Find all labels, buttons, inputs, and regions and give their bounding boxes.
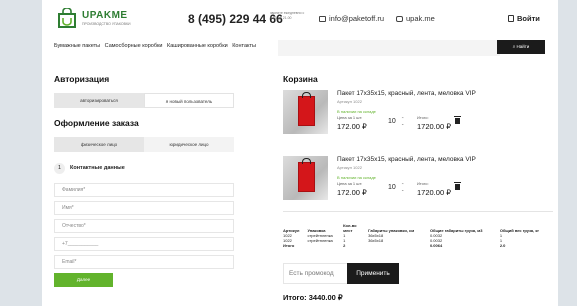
col-places: Кол-во мест [343,223,357,233]
apply-promo-button[interactable]: Применить [347,263,399,284]
option-individual[interactable]: физическое лицо [54,137,144,152]
col-pack-size: Габариты упаковки, см [368,228,415,233]
auth-option-login[interactable]: авторизироваться [54,93,144,108]
cell: Итого [283,243,295,248]
main-nav: Бумажные пакеты Самосборные коробки Каши… [42,38,558,56]
red-bag-image [298,158,315,192]
patronymic-field[interactable]: Отчество* [54,219,234,233]
login-label: Войти [517,14,540,23]
promo-code-input[interactable]: Есть промокод [283,263,353,284]
step-label: Контактные данные [70,165,125,171]
cell: 0.0064 [429,243,443,248]
login-button[interactable]: Войти [508,14,540,23]
auth-title: Авторизация [54,74,110,84]
nav-links: Бумажные пакеты Самосборные коробки Каши… [54,43,259,49]
cart-title: Корзина [283,74,318,84]
item-stock: В наличии на складе [337,109,376,114]
unit-price: 172.00 ₽ [337,188,367,197]
item-total-label: Итого: [417,181,429,186]
option-legal-entity[interactable]: юридическое лицо [144,137,234,152]
logo-bag-icon [58,8,76,28]
quantity-value[interactable]: 10 [388,184,396,191]
instagram-link[interactable]: upak.me [396,14,435,23]
quantity-value[interactable]: 10 [388,118,396,125]
cell: 2 [343,243,346,248]
field-spacer [54,246,234,251]
site-header: UPAKME ПРОИЗВОДСТВО УПАКОВКИ 8 (495) 229… [42,0,558,38]
quantity-stepper[interactable]: ⌃ ⌄ [401,182,404,192]
search-input[interactable] [278,40,500,56]
last-name-field[interactable]: Фамилия* [54,183,234,197]
item-sku: Артикул 1022 [337,99,362,104]
item-sku: Артикул 1022 [337,165,362,170]
email-link[interactable]: info@paketoff.ru [319,14,384,23]
step-contact-data: 1 Контактные данные [54,163,125,174]
customer-type-toggle: физическое лицо юридическое лицо [54,137,234,152]
instagram-icon [396,16,403,22]
grand-total: Итого: 3440.00 ₽ [283,293,343,302]
col-weight: Общий вес груза, кг [499,228,540,233]
next-button[interactable]: Далее [54,273,113,287]
logo-subtitle: ПРОИЗВОДСТВО УПАКОВКИ [82,22,131,26]
item-total: 1720.00 ₽ [417,188,451,197]
logo-name: UPAKME [82,10,128,21]
shipping-table: Артикул Упаковка Кол-во мест Габариты уп… [283,223,553,248]
login-icon [508,15,514,22]
nav-link-self-assembly-boxes[interactable]: Самосборные коробки [105,43,163,49]
product-image[interactable] [283,90,328,134]
page: UPAKME ПРОИЗВОДСТВО УПАКОВКИ 8 (495) 229… [42,0,558,306]
table-total-row: Итого 2 0.0064 2.0 [283,243,553,248]
unit-price: 172.00 ₽ [337,122,367,131]
cell [368,243,430,248]
red-bag-image [298,92,315,126]
item-title[interactable]: Пакет 17х35х15, красный, лента, меловка … [337,90,476,97]
first-name-field[interactable]: Имя* [54,201,234,215]
nav-link-laminated-boxes[interactable]: Кашированные коробки [167,43,228,49]
unit-price-label: Цена за 1 шт: [337,181,363,186]
search-button-label: Найти [516,44,530,49]
email-text: info@paketoff.ru [329,14,385,23]
col-packaging: Упаковка [307,228,326,233]
instagram-text: upak.me [406,14,435,23]
item-title[interactable]: Пакет 17х35х15, красный, лента, меловка … [337,156,476,163]
order-title: Оформление заказа [54,118,139,128]
col-sku: Артикул [283,228,300,233]
item-stock: В наличии на складе [337,175,376,180]
cart-item: Пакет 17х35х15, красный, лента, меловка … [283,90,533,138]
search-button[interactable]: ⌕ Найти [497,40,545,54]
cell [307,243,343,248]
cart-item: Пакет 17х35х15, красный, лента, меловка … [283,156,533,204]
auth-option-new-user[interactable]: я новый пользователь [144,93,234,108]
col-volume: Общие габариты груза, м3 [429,228,483,233]
trash-icon[interactable] [454,182,461,190]
cell: 2.0 [499,243,506,248]
unit-price-label: Цена за 1 шт: [337,115,363,120]
mail-icon [319,16,326,22]
step-number: 1 [54,163,65,174]
logo[interactable]: UPAKME ПРОИЗВОДСТВО УПАКОВКИ [58,8,148,30]
cart-divider [283,211,553,212]
nav-link-paper-bags[interactable]: Бумажные пакеты [54,43,100,49]
email-field[interactable]: Email* [54,255,234,269]
product-image[interactable] [283,156,328,200]
auth-toggle: авторизироваться я новый пользователь [54,93,234,108]
trash-icon[interactable] [454,116,461,124]
item-total-label: Итого: [417,115,429,120]
item-total: 1720.00 ₽ [417,122,451,131]
quantity-stepper[interactable]: ⌃ ⌄ [401,116,404,126]
phone-number[interactable]: 8 (495) 229 44 66 [188,12,283,26]
nav-link-contacts[interactable]: Контакты [232,43,256,49]
phone-hours-note: звоните ежедневно с 9.00 до 21.00 [270,11,305,20]
table-header-row: Артикул Упаковка Кол-во мест Габариты уп… [283,223,553,233]
